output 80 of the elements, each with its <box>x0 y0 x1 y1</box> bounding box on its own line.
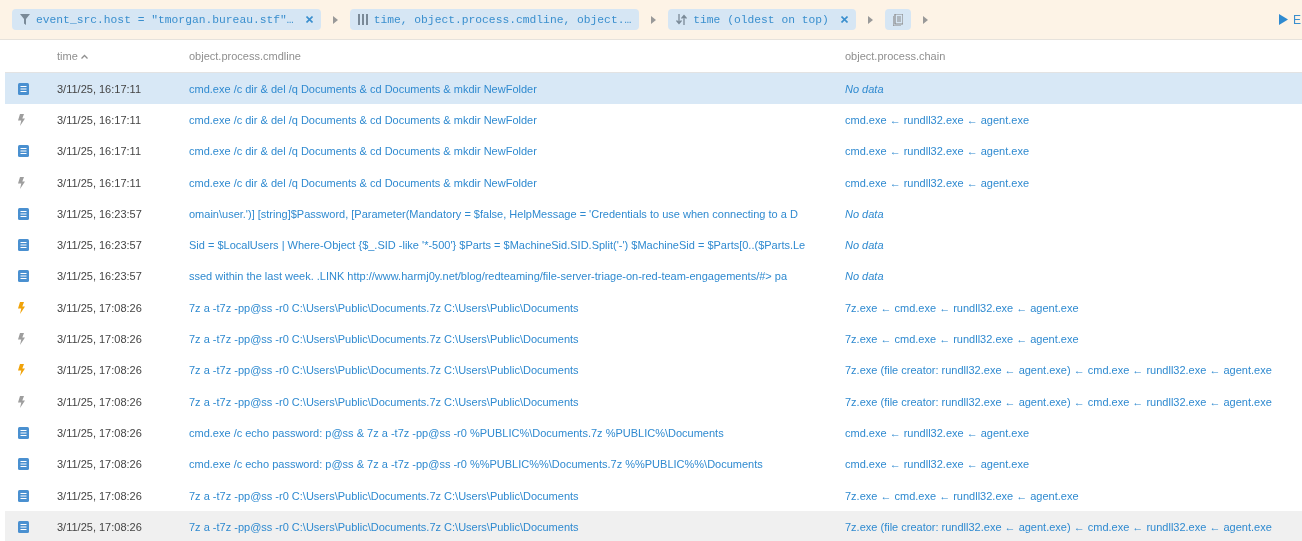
document-icon <box>892 13 903 26</box>
cmdline-cell: cmd.exe /c dir & del /q Documents & cd Documents & mkdir NewFolder <box>189 82 537 95</box>
filter-chip[interactable]: event_src.host = "tmorgan.bureau.stf"… <box>12 9 321 30</box>
document-icon[interactable] <box>18 270 29 283</box>
sort-chip[interactable]: time (oldest on top) <box>668 9 856 30</box>
time-cell: 3/11/25, 17:08:26 <box>57 301 142 314</box>
document-icon[interactable] <box>18 458 29 471</box>
columns-chip[interactable]: time, object.process.cmdline, object.… <box>349 9 640 30</box>
lightning-icon[interactable] <box>18 301 25 314</box>
run-button[interactable]: E <box>1275 12 1302 27</box>
filter-icon <box>20 14 30 25</box>
caret-icon[interactable] <box>332 15 338 24</box>
cmdline-cell: ssed within the last week. .LINK http://www.harmj0y.net/blog/redteaming/file-server-triage-on-red-team-engagements/#> pa <box>189 270 788 283</box>
chain-cell: No data <box>845 270 884 283</box>
chain-cell: cmd.exe ← rundll32.exe ← agent.exe <box>845 176 1030 189</box>
column-header[interactable]: object.process.cmdline <box>189 50 301 62</box>
chain-cell: cmd.exe ← rundll32.exe ← agent.exe <box>845 113 1030 126</box>
chain-cell: No data <box>845 239 884 252</box>
cmdline-cell: 7z a -t7z -pp@ss -r0 C:\Users\Public\Documents.7z C:\Users\Public\Documents <box>189 520 579 533</box>
chain-cell: cmd.exe ← rundll32.exe ← agent.exe <box>845 426 1030 439</box>
cmdline-cell: 7z a -t7z -pp@ss -r0 C:\Users\Public\Documents.7z C:\Users\Public\Documents <box>189 333 579 345</box>
chain-cell: cmd.exe ← rundll32.exe ← agent.exe <box>845 458 1030 471</box>
cmdline-cell: 7z a -t7z -pp@ss -r0 C:\Users\Public\Documents.7z C:\Users\Public\Documents <box>189 395 579 408</box>
chain-cell: 7z.exe (file creator: rundll32.exe ← agent.exe) ← cmd.exe ← rundll32.exe ← agent.exe <box>845 520 1272 533</box>
document-icon[interactable] <box>18 520 29 533</box>
cmdline-cell: cmd.exe /c echo password: p@ss & 7z a -t7z -pp@ss -r0 %%PUBLIC%%\Documents.7z %%PUBLIC%%\Documents <box>189 458 763 471</box>
close-icon[interactable] <box>305 16 313 23</box>
cmdline-cell: Sid = $LocalUsers | Where-Object {$_.SID -like '*-500'} $Parts = $MachineSid.SID.Split('-') $MachineSid = $Parts[0..($Parts.Le <box>189 239 806 252</box>
chain-cell: No data <box>845 207 884 220</box>
lightning-icon[interactable] <box>18 364 25 377</box>
chain-cell: 7z.exe ← cmd.exe ← rundll32.exe ← agent.exe <box>845 489 1079 502</box>
cmdline-cell: 7z a -t7z -pp@ss -r0 C:\Users\Public\Documents.7z C:\Users\Public\Documents <box>189 301 579 314</box>
time-cell: 3/11/25, 17:08:26 <box>57 489 142 502</box>
cmdline-cell: omain\user.')] [string]$Password, [Parameter(Mandatory = $false, HelpMessage = 'Credentials to use when connecting to a D <box>189 207 798 220</box>
columns-icon <box>357 14 368 25</box>
time-cell: 3/11/25, 17:08:26 <box>57 520 142 533</box>
time-cell: 3/11/25, 16:17:11 <box>57 145 141 158</box>
chain-cell: cmd.exe ← rundll32.exe ← agent.exe <box>845 145 1030 158</box>
time-cell: 3/11/25, 17:08:26 <box>57 426 142 439</box>
column-header[interactable]: time <box>57 50 78 62</box>
chain-cell: 7z.exe ← cmd.exe ← rundll32.exe ← agent.exe <box>845 333 1079 345</box>
chain-cell: 7z.exe (file creator: rundll32.exe ← agent.exe) ← cmd.exe ← rundll32.exe ← agent.exe <box>845 364 1272 377</box>
document-icon[interactable] <box>18 489 29 502</box>
format-chip[interactable] <box>884 9 911 30</box>
cmdline-cell: cmd.exe /c dir & del /q Documents & cd Documents & mkdir NewFolder <box>189 145 537 158</box>
caret-icon[interactable] <box>867 15 873 24</box>
close-icon[interactable] <box>840 16 848 23</box>
cmdline-cell: cmd.exe /c dir & del /q Documents & cd Documents & mkdir NewFolder <box>189 113 537 126</box>
lightning-icon[interactable] <box>18 333 25 345</box>
time-cell: 3/11/25, 16:17:11 <box>57 176 141 189</box>
sort-ascending-icon[interactable] <box>80 53 88 59</box>
sort-icon <box>676 14 688 25</box>
column-header[interactable]: object.process.chain <box>845 50 946 62</box>
chain-cell: 7z.exe (file creator: rundll32.exe ← agent.exe) ← cmd.exe ← rundll32.exe ← agent.exe <box>845 395 1272 408</box>
time-cell: 3/11/25, 16:17:11 <box>57 113 141 126</box>
time-cell: 3/11/25, 16:23:57 <box>57 239 142 252</box>
cmdline-cell: 7z a -t7z -pp@ss -r0 C:\Users\Public\Documents.7z C:\Users\Public\Documents <box>189 489 579 502</box>
cmdline-cell: 7z a -t7z -pp@ss -r0 C:\Users\Public\Documents.7z C:\Users\Public\Documents <box>189 364 579 377</box>
time-cell: 3/11/25, 16:23:57 <box>57 270 142 283</box>
document-icon[interactable] <box>18 82 29 95</box>
chain-cell: 7z.exe ← cmd.exe ← rundll32.exe ← agent.exe <box>845 301 1079 314</box>
cmdline-cell: cmd.exe /c dir & del /q Documents & cd Documents & mkdir NewFolder <box>189 176 537 189</box>
time-cell: 3/11/25, 16:23:57 <box>57 207 142 220</box>
time-cell: 3/11/25, 17:08:26 <box>57 458 142 471</box>
lightning-icon[interactable] <box>18 176 25 189</box>
time-cell: 3/11/25, 16:17:11 <box>57 82 141 95</box>
chain-cell: No data <box>845 82 884 95</box>
document-icon[interactable] <box>18 207 29 220</box>
caret-icon[interactable] <box>651 15 657 24</box>
document-icon[interactable] <box>18 426 29 439</box>
document-icon[interactable] <box>18 145 29 158</box>
cmdline-cell: cmd.exe /c echo password: p@ss & 7z a -t7z -pp@ss -r0 %PUBLIC%\Documents.7z %PUBLIC%\Documents <box>189 426 724 439</box>
lightning-icon[interactable] <box>18 395 25 408</box>
time-cell: 3/11/25, 17:08:26 <box>57 395 142 408</box>
play-icon <box>1279 14 1288 25</box>
time-cell: 3/11/25, 17:08:26 <box>57 364 142 377</box>
time-cell: 3/11/25, 17:08:26 <box>57 333 142 345</box>
lightning-icon[interactable] <box>18 113 25 126</box>
caret-icon[interactable] <box>922 15 928 24</box>
document-icon[interactable] <box>18 239 29 252</box>
